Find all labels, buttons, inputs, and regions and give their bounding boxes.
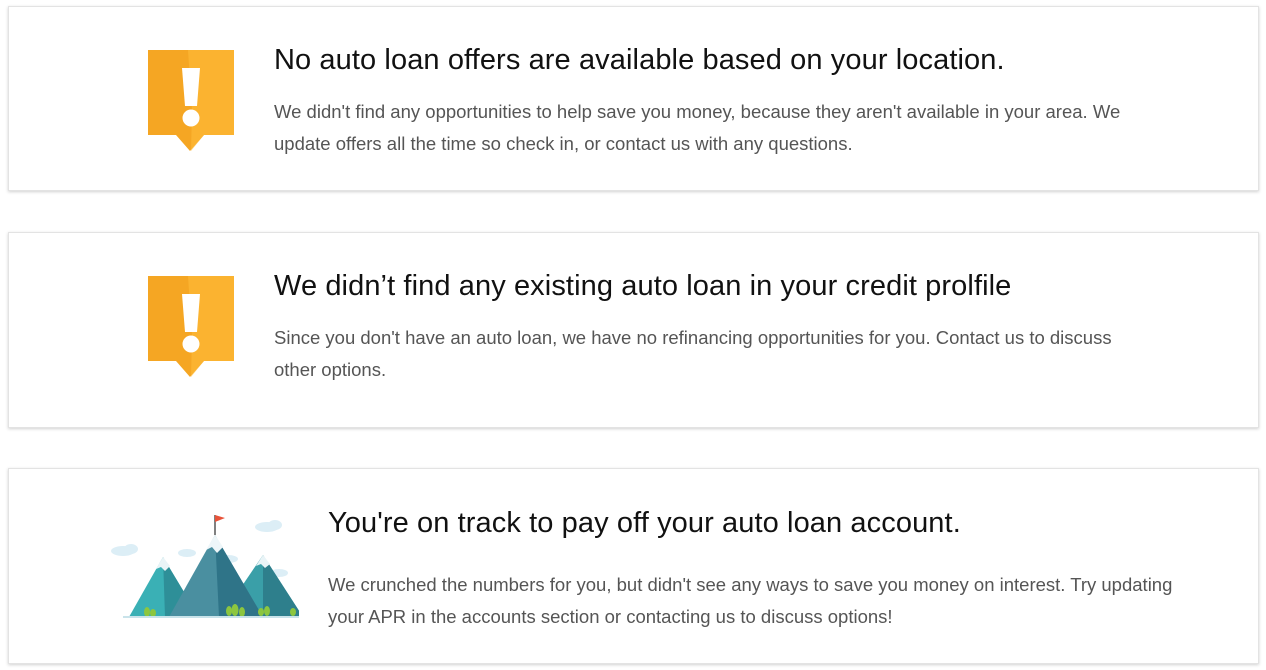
card-title: You're on track to pay off your auto loa… xyxy=(328,507,961,539)
alert-exclamation-icon xyxy=(148,50,234,151)
card-description: Since you don't have an auto loan, we ha… xyxy=(274,327,1112,380)
card-title: No auto loan offers are available based … xyxy=(274,44,1005,76)
card-description: We didn't find any opportunities to help… xyxy=(274,101,1121,154)
mountain-flag-illustration xyxy=(111,515,299,618)
card-description: We crunched the numbers for you, but did… xyxy=(328,574,1173,627)
on-track-card: You're on track to pay off your auto loa… xyxy=(8,468,1259,664)
alert-exclamation-icon xyxy=(148,276,234,377)
no-existing-loan-card: We didn’t find any existing auto loan in… xyxy=(8,232,1259,428)
no-offers-card: No auto loan offers are available based … xyxy=(8,6,1259,191)
card-title: We didn’t find any existing auto loan in… xyxy=(274,270,1012,302)
